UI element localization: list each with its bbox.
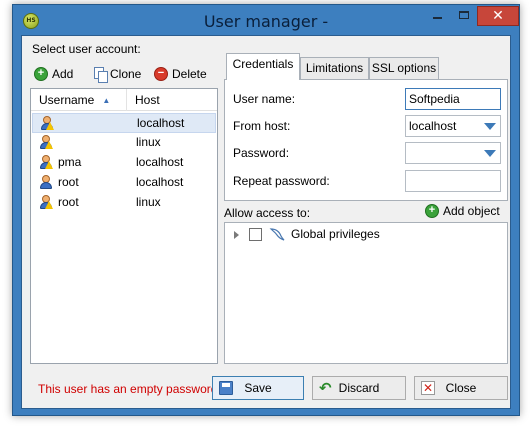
- user-row[interactable]: linux: [32, 133, 216, 153]
- user-warning-icon: [39, 135, 53, 150]
- delete-user-label: Delete: [172, 67, 207, 81]
- add-icon: +: [425, 204, 439, 218]
- add-user-button[interactable]: + Add: [34, 64, 73, 84]
- host-column-header[interactable]: Host: [127, 89, 219, 111]
- password-field[interactable]: [405, 142, 501, 164]
- username-column-label: Username: [39, 93, 95, 107]
- dialog-client-area: Select user account: + Add Clone − Delet…: [21, 35, 511, 409]
- maximize-button[interactable]: [451, 6, 477, 26]
- save-label: Save: [244, 381, 272, 395]
- title-bar[interactable]: HS User manager - ✕: [13, 5, 519, 35]
- user-username: root: [58, 175, 79, 189]
- user-name-label: User name:: [233, 92, 296, 106]
- global-privileges-checkbox[interactable]: [249, 228, 262, 241]
- select-user-label: Select user account:: [32, 42, 141, 56]
- host-column-label: Host: [135, 93, 160, 107]
- maximize-icon: [459, 11, 469, 19]
- repeat-password-field[interactable]: [405, 170, 501, 192]
- credentials-panel: User name: Softpedia From host: localhos…: [224, 79, 508, 201]
- from-host-value: localhost: [409, 119, 457, 133]
- minimize-icon: [432, 17, 442, 19]
- clone-user-button[interactable]: Clone: [94, 64, 141, 84]
- add-object-label: Add object: [443, 204, 500, 218]
- tab-limitations[interactable]: Limitations: [300, 57, 369, 79]
- user-warning-icon: [40, 116, 54, 131]
- tab-ssl-options[interactable]: SSL options: [369, 57, 439, 79]
- delete-user-button[interactable]: − Delete: [154, 64, 207, 84]
- close-button[interactable]: ✕ Close: [414, 376, 508, 400]
- minimize-button[interactable]: [423, 6, 451, 26]
- user-host: linux: [136, 135, 161, 149]
- user-warning-icon: [39, 195, 53, 210]
- password-label: Password:: [233, 146, 290, 160]
- list-header: Username ▲ Host: [31, 89, 217, 111]
- sort-ascending-icon: ▲: [102, 95, 111, 105]
- user-host: localhost: [137, 116, 185, 130]
- global-privileges-label: Global privileges: [291, 227, 380, 241]
- user-username: root: [58, 195, 79, 209]
- clone-user-label: Clone: [110, 67, 142, 81]
- username-column-header[interactable]: Username ▲: [31, 89, 127, 111]
- user-username: pma: [58, 155, 82, 169]
- close-label: Close: [445, 381, 477, 395]
- save-icon: [219, 381, 233, 395]
- empty-password-warning: This user has an empty password.: [38, 382, 221, 396]
- user-account-list[interactable]: Username ▲ Host localhost linux pma local…: [30, 88, 218, 364]
- user-warning-icon: [39, 155, 53, 170]
- close-window-button[interactable]: ✕: [477, 6, 519, 26]
- allow-access-label: Allow access to:: [224, 206, 311, 220]
- discard-label: Discard: [338, 381, 380, 395]
- user-row[interactable]: pma localhost: [32, 153, 216, 173]
- user-host: localhost: [136, 155, 184, 169]
- delete-icon: −: [154, 67, 168, 81]
- user-row[interactable]: localhost: [32, 113, 216, 133]
- user-host: linux: [136, 195, 161, 209]
- close-icon: ✕: [492, 8, 504, 24]
- user-name-field[interactable]: Softpedia: [405, 88, 501, 110]
- user-manager-window: HS User manager - ✕ Select user account:…: [12, 4, 520, 416]
- user-row[interactable]: root localhost: [32, 173, 216, 193]
- undo-icon: ↶: [319, 379, 332, 397]
- add-user-label: Add: [52, 67, 74, 81]
- add-object-button[interactable]: + Add object: [425, 204, 500, 218]
- tab-credentials[interactable]: Credentials: [226, 53, 300, 80]
- repeat-password-label: Repeat password:: [233, 174, 330, 188]
- user-host: localhost: [136, 175, 184, 189]
- clone-icon: [94, 67, 108, 83]
- discard-button[interactable]: ↶ Discard: [312, 376, 406, 400]
- chevron-down-icon: [484, 123, 496, 130]
- from-host-dropdown[interactable]: localhost: [405, 115, 501, 137]
- chevron-down-icon: [484, 150, 496, 157]
- user-row[interactable]: root linux: [32, 193, 216, 213]
- user-icon: [39, 175, 53, 190]
- dolphin-icon: [269, 226, 285, 242]
- close-icon: ✕: [421, 381, 435, 395]
- access-tree[interactable]: Global privileges: [224, 222, 508, 364]
- from-host-label: From host:: [233, 119, 291, 133]
- save-button[interactable]: Save: [212, 376, 304, 400]
- expand-arrow-icon[interactable]: [234, 231, 239, 239]
- add-icon: +: [34, 67, 48, 81]
